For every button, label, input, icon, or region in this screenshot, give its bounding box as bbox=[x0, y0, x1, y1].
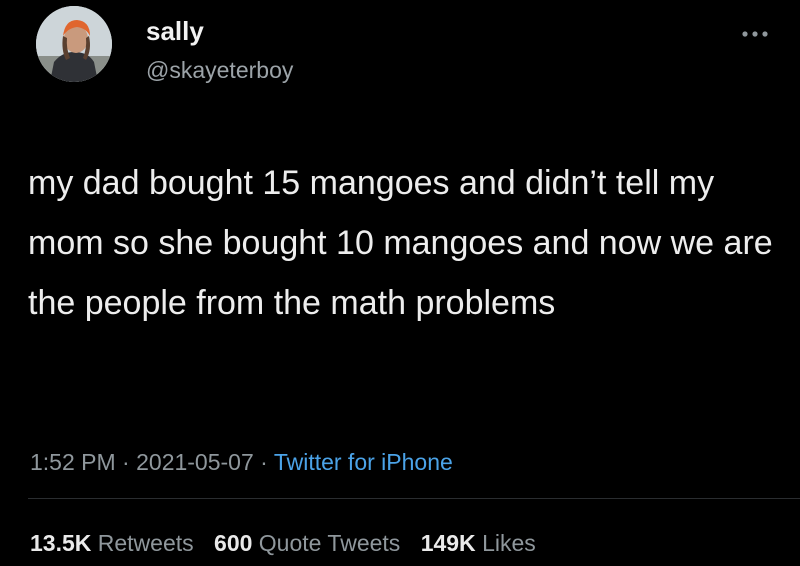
display-name[interactable]: sally bbox=[146, 16, 204, 46]
user-handle[interactable]: @skayeterboy bbox=[146, 56, 293, 84]
tweet-meta: 1:52 PM · 2021-05-07 · Twitter for iPhon… bbox=[30, 447, 453, 477]
retweets-label: Retweets bbox=[97, 530, 194, 556]
tweet-source[interactable]: Twitter for iPhone bbox=[274, 449, 453, 475]
avatar[interactable] bbox=[36, 6, 112, 82]
retweets-stat[interactable]: 13.5K Retweets bbox=[30, 530, 194, 556]
retweets-count: 13.5K bbox=[30, 530, 92, 556]
tweet-time[interactable]: 1:52 PM bbox=[30, 449, 116, 475]
more-horizontal-icon[interactable] bbox=[740, 26, 770, 37]
tweet-text: my dad bought 15 mangoes and didn’t tell… bbox=[28, 164, 773, 322]
likes-count: 149K bbox=[420, 530, 476, 556]
meta-separator: · bbox=[260, 449, 268, 475]
quote-label: Quote Tweets bbox=[258, 530, 401, 556]
quote-tweets-stat[interactable]: 600 Quote Tweets bbox=[214, 530, 400, 556]
tweet-date[interactable]: 2021-05-07 bbox=[136, 449, 254, 475]
divider bbox=[28, 498, 800, 499]
tweet-stats: 13.5K Retweets 600 Quote Tweets 149K Lik… bbox=[30, 528, 550, 558]
likes-label: Likes bbox=[482, 530, 536, 556]
avatar-image bbox=[36, 6, 112, 82]
likes-stat[interactable]: 149K Likes bbox=[421, 530, 536, 556]
quote-count: 600 bbox=[214, 530, 253, 556]
tweet-card: sally @skayeterboy my dad bought 15 mang… bbox=[0, 0, 800, 566]
meta-separator: · bbox=[122, 449, 130, 475]
